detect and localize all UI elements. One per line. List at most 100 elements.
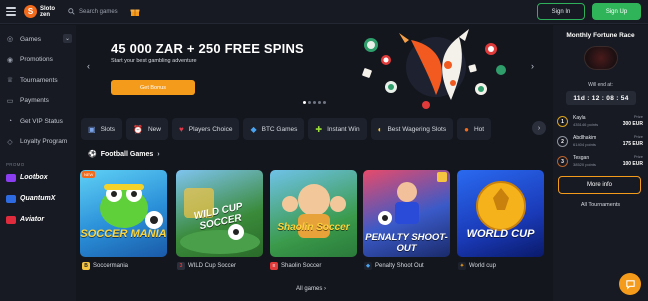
search-icon [68,8,75,15]
menu-icon[interactable] [6,7,16,16]
game-name: Penalty Shoot Out [375,263,424,269]
sidebar-item-vip[interactable]: ◔ Get VIP Status [0,111,76,132]
heart-icon: ♥ [179,124,184,134]
category-label: BTC Games [261,125,298,133]
gift-icon[interactable] [130,7,140,17]
rank-medal-icon: 3 [557,156,568,167]
logo-text-line-2: zen [40,11,51,18]
search-box[interactable]: Search games [68,8,118,15]
chat-bubble-icon [625,279,635,289]
more-info-button[interactable]: More info [558,176,641,194]
game-name: WILD Cup Soccer [188,263,237,269]
aviator-plane-icon [6,215,16,224]
logo-text: Sloto zen [40,6,58,18]
player-points: 435146 points [573,122,599,127]
game-name-row[interactable]: ✦ World cup [458,262,496,270]
game-name-row[interactable]: ◆ Penalty Shoot Out [364,262,424,270]
all-games-link[interactable]: All games › [296,286,326,292]
app-root: S Sloto zen Search games Sign In Sign Up… [0,0,648,301]
banner-title: 45 000 ZAR + 250 FREE SPINS [111,41,304,56]
quantumx-icon [6,194,16,203]
section-title[interactable]: ⚽ Football Games › [88,150,160,159]
monk-character-art [282,184,346,238]
game-card-world-cup[interactable]: WORLD CUP [457,170,544,257]
category-players-choice[interactable]: ♥ Players Choice [172,118,240,140]
wager-icon: ◐ [377,124,383,134]
race-will-end-label: Will end at: [588,82,613,88]
promo-item-aviator[interactable]: Aviator [0,209,76,230]
category-hot[interactable]: ● Hot [457,118,492,140]
prize-label: Prize [633,114,643,119]
prize-label: Prize [633,154,643,159]
game-name: World cup [469,263,496,269]
game-name-row[interactable]: 3 WILD Cup Soccer [177,262,236,270]
sidebar-item-promotions[interactable]: ◉ Promotions [0,50,76,71]
game-name: Shaolin Soccer [281,263,322,269]
provider-icon: ≡ [270,262,278,270]
leaderboard-row: 2 Abdlhakim 61404 points Prize 175 EUR [557,132,645,152]
category-scroll-right-button[interactable]: › [532,121,546,135]
rank-medal-icon: 1 [557,116,568,127]
sidebar-item-games[interactable]: ◎ Games ⌄ [0,29,76,50]
search-placeholder: Search games [79,8,118,15]
category-label: Players Choice [188,125,233,133]
all-tournaments-link[interactable]: All Tournaments [553,202,648,208]
fire-icon: ● [464,124,469,134]
pagination-dot[interactable] [323,101,326,104]
sidebar-item-label: Get VIP Status [20,117,63,125]
vip-icon: ◔ [7,117,13,125]
game-name-row[interactable]: ≡ Shaolin Soccer [270,262,321,270]
pagination-dot[interactable] [313,101,316,104]
sidebar-item-payments[interactable]: ▭ Payments [0,91,76,112]
prize-value: 175 EUR [622,141,643,147]
game-name-row[interactable]: B Soccermania [82,262,128,270]
promo-item-lootbox[interactable]: Lootbox [0,167,76,188]
category-new[interactable]: ⏰ New [126,118,168,140]
race-dice-image [584,46,618,70]
sidebar-item-loyalty[interactable]: ◇ Loyalty Program [0,132,76,153]
wallet-icon: ▭ [6,97,14,105]
category-btc-games[interactable]: ◆ BTC Games [243,118,305,140]
game-card-penalty-shoot-out[interactable]: PENALTY SHOOT-OUT [363,170,450,257]
game-card-soccermania[interactable]: NEW SOCCER MANIA [80,170,167,257]
sign-in-button[interactable]: Sign In [537,3,585,20]
chat-support-button[interactable] [619,273,641,295]
category-instant-win[interactable]: ✚ Instant Win [308,118,367,140]
player-name: Tesgan [573,155,590,161]
chevron-right-icon: › [157,150,160,158]
sidebar-item-label: Games [20,35,41,43]
category-label: Slots [100,125,116,133]
top-header: S Sloto zen Search games Sign In Sign Up [0,0,648,24]
sidebar-item-label: Payments [20,97,49,105]
banner-prev-arrow[interactable]: ‹ [87,61,90,71]
leaderboard-row: 1 Kayla 435146 points Prize 300 EUR [557,112,645,132]
category-label: Hot [473,125,485,133]
game-name: Soccermania [93,263,129,269]
pagination-dot[interactable] [318,101,321,104]
banner-next-arrow[interactable]: › [531,61,534,71]
promo-item-label: QuantumX [20,195,56,202]
prize-value: 300 EUR [622,121,643,127]
get-bonus-button[interactable]: Get Bonus [111,80,195,95]
sidebar-item-tournaments[interactable]: ♕ Tournaments [0,70,76,91]
trophy-icon: ♕ [6,77,14,85]
pagination-dot[interactable] [308,101,311,104]
puzzle-icon: ✚ [315,124,323,134]
category-bar: ▣ Slots ⏰ New ♥ Players Choice ◆ BTC Games ✚… [81,118,548,140]
game-card-shaolin-soccer[interactable]: Shaolin Soccer [270,170,357,257]
gamepad-icon: ◎ [6,36,14,44]
logo[interactable]: S Sloto zen [24,5,58,18]
prize-label: Prize [633,134,643,139]
game-title-art: Shaolin Soccer [277,222,350,233]
pagination-dot[interactable] [303,101,306,104]
fortune-race-panel: Monthly Fortune Race Will end at: 11d : … [553,25,648,301]
category-slots[interactable]: ▣ Slots [81,118,123,140]
sidebar-item-label: Promotions [20,56,53,64]
sign-up-button[interactable]: Sign Up [592,3,641,20]
diamond-icon: ◇ [7,138,13,146]
game-card-wild-cup-soccer[interactable]: WILD CUP SOCCER [176,170,263,257]
promo-banner[interactable]: ‹ 45 000 ZAR + 250 FREE SPINS Start your… [81,25,548,111]
promo-item-quantumx[interactable]: QuantumX [0,188,76,209]
category-best-wagering[interactable]: ◐ Best Wagering Slots [370,118,454,140]
chevron-down-icon[interactable]: ⌄ [63,34,72,43]
